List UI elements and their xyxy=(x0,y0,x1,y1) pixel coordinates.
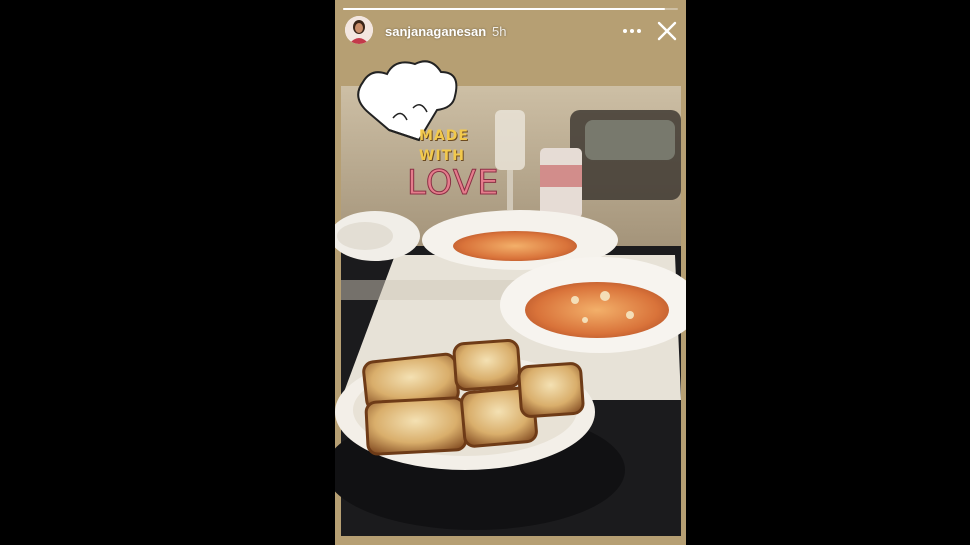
close-icon[interactable] xyxy=(655,19,679,43)
sticker-text-with: WITH xyxy=(419,148,465,164)
story-timestamp: 5h xyxy=(492,24,507,39)
more-dots-icon[interactable] xyxy=(621,20,643,42)
story-viewer[interactable]: sanjanaganesan 5h MADE WITH LOVE xyxy=(335,0,686,545)
story-username[interactable]: sanjanaganesan xyxy=(385,24,486,39)
story-progress-bar xyxy=(343,8,678,10)
story-header: sanjanaganesan 5h xyxy=(335,14,686,48)
story-progress-fill xyxy=(343,8,665,10)
avatar[interactable] xyxy=(345,16,373,44)
sticker-text-love: LOVE xyxy=(407,163,500,204)
sticker-text-made: MADE xyxy=(419,128,469,144)
made-with-love-sticker[interactable]: MADE WITH LOVE xyxy=(349,58,499,208)
